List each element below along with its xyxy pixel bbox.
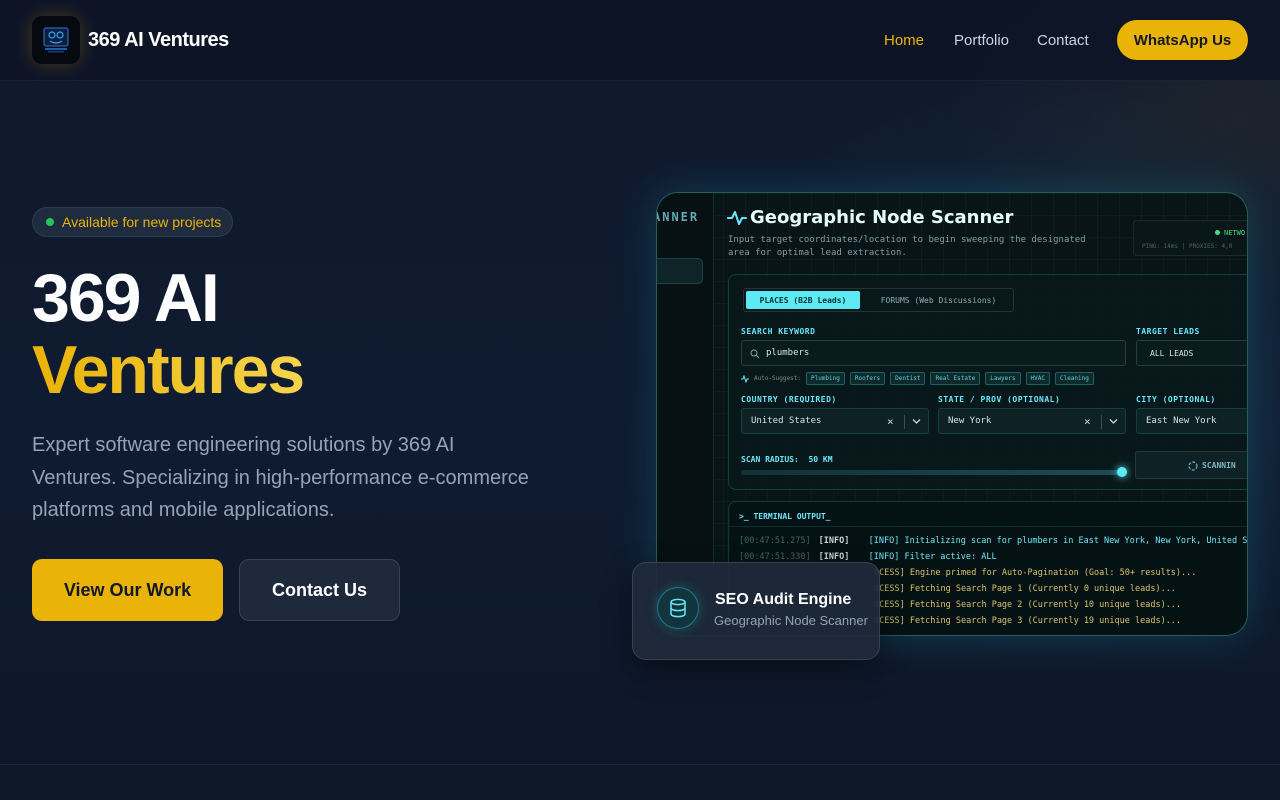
next-section (0, 765, 1280, 800)
view-work-button[interactable]: View Our Work (32, 559, 223, 621)
search-icon (750, 349, 760, 359)
state-value: New York (948, 416, 992, 426)
availability-badge: Available for new projects (32, 207, 233, 237)
suggest-chip[interactable]: Cleaning (1054, 372, 1094, 385)
tab-places[interactable]: PLACES (B2B Leads) (746, 291, 860, 309)
auto-suggest-row: Auto-Suggest: Plumbing Roofers Dentist R… (741, 372, 1094, 385)
scan-radius-thumb[interactable] (1117, 467, 1127, 477)
country-select[interactable]: United States × (741, 408, 929, 434)
hero-title-line1: 369 AI (32, 260, 220, 336)
hero-title: 369 AI Ventures (32, 260, 305, 408)
chevron-down-icon[interactable] (912, 418, 921, 425)
suggest-chip[interactable]: Roofers (849, 372, 886, 385)
target-leads-label: TARGET LEADS (1136, 327, 1200, 336)
preview-title: Geographic Node Scanner (750, 207, 1014, 228)
target-leads-select[interactable]: ALL LEADS (1136, 340, 1247, 366)
auto-suggest-label: Auto-Suggest: (754, 375, 801, 382)
city-input[interactable]: East New York (1136, 408, 1247, 434)
hero-description: Expert software engineering solutions by… (32, 434, 529, 521)
scan-button-label: SCANNIN (1202, 460, 1236, 470)
suggest-chip[interactable]: Dentist (890, 372, 926, 385)
logo[interactable] (32, 16, 80, 64)
target-leads-value: ALL LEADS (1150, 348, 1194, 358)
preview-subtitle: Input target coordinates/location to beg… (728, 235, 1086, 258)
scan-radius-label: SCAN RADIUS: 50 KM (741, 455, 833, 464)
hero-title-line2: Ventures (32, 332, 305, 408)
status-dot-icon (46, 218, 54, 226)
suggest-chip[interactable]: HVAC (1025, 372, 1050, 385)
card-subtitle: Geographic Node Scanner (714, 613, 868, 628)
log-line: OCESS] Engine primed for Auto-Pagination… (874, 568, 1197, 578)
log-line: [00:47:51.330] [INFO] [INFO] Filter active… (739, 552, 997, 562)
network-stats: PING: 14ms | PROXIES: 4,0 (1142, 243, 1233, 250)
state-select[interactable]: New York × (938, 408, 1126, 434)
database-icon (657, 587, 699, 629)
scan-radius-slider[interactable] (741, 470, 1123, 475)
spinner-icon (1188, 461, 1198, 471)
search-keyword-input[interactable]: plumbers (741, 340, 1126, 366)
pulse-icon (727, 211, 747, 225)
contact-us-button[interactable]: Contact Us (239, 559, 400, 621)
nav-link-portfolio[interactable]: Portfolio (954, 32, 1009, 49)
search-keyword-value: plumbers (766, 348, 810, 358)
scan-config-panel: PLACES (B2B Leads) FORUMS (Web Discussio… (728, 274, 1247, 490)
country-label: COUNTRY (REQUIRED) (741, 395, 837, 404)
suggest-pulse-icon (741, 374, 749, 383)
divider (904, 415, 905, 429)
scan-radius-value: 50 KM (808, 455, 833, 464)
nav-link-contact[interactable]: Contact (1037, 32, 1089, 49)
card-title: SEO Audit Engine (715, 591, 852, 608)
whatsapp-button[interactable]: WhatsApp Us (1117, 20, 1248, 60)
preview-sidebar-item (657, 258, 703, 284)
clear-icon[interactable]: × (1084, 415, 1091, 428)
network-status: NETWO (1215, 229, 1245, 237)
terminal-title: >_ TERMINAL OUTPUT_ (739, 512, 831, 521)
suggest-chip[interactable]: Plumbing (805, 372, 845, 385)
seo-audit-card[interactable]: SEO Audit Engine Geographic Node Scanner (632, 562, 880, 660)
log-line: OCESS] Fetching Search Page 3 (Currently… (874, 616, 1182, 626)
suggest-chip[interactable]: Real Estate (930, 372, 981, 385)
log-line: OCESS] Fetching Search Page 2 (Currently… (874, 600, 1182, 610)
city-label: CITY (OPTIONAL) (1136, 395, 1216, 404)
suggest-chip[interactable]: Lawyers (985, 372, 1021, 385)
clear-icon[interactable]: × (887, 415, 894, 428)
country-value: United States (751, 416, 822, 426)
preview-sidebar-title: ANNER (657, 210, 700, 224)
network-status-box: NETWO PING: 14ms | PROXIES: 4,0 (1133, 220, 1247, 256)
state-label: STATE / PROV (OPTIONAL) (938, 395, 1061, 404)
top-nav: 369 AI Ventures Home Portfolio Contact W… (0, 0, 1280, 81)
divider (1101, 415, 1102, 429)
scan-mode-tabs: PLACES (B2B Leads) FORUMS (Web Discussio… (743, 288, 1014, 312)
tab-forums[interactable]: FORUMS (Web Discussions) (866, 291, 1011, 309)
nav-link-home[interactable]: Home (884, 32, 924, 49)
city-value: East New York (1146, 416, 1217, 426)
terminal-divider (729, 526, 1247, 527)
network-dot-icon (1215, 230, 1220, 235)
chevron-down-icon[interactable] (1109, 418, 1118, 425)
search-keyword-label: SEARCH KEYWORD (741, 327, 816, 336)
brand-name[interactable]: 369 AI Ventures (88, 29, 229, 52)
log-line: [00:47:51.275] [INFO] [INFO] Initializing … (739, 536, 1248, 546)
scan-button[interactable]: SCANNIN (1135, 451, 1247, 479)
availability-text: Available for new projects (62, 214, 222, 230)
logo-icon (43, 27, 69, 53)
log-line: OCESS] Fetching Search Page 1 (Currently… (874, 584, 1176, 594)
